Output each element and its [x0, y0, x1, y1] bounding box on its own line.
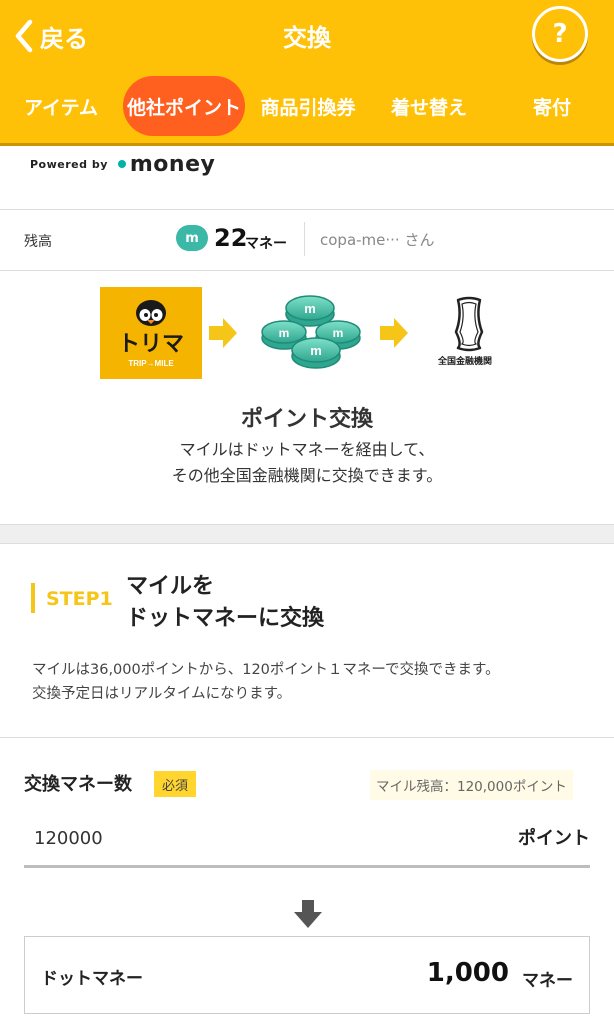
input-unit: ポイント — [518, 828, 590, 849]
tab-other-points[interactable]: 他社ポイント — [123, 76, 245, 136]
svg-text:m: m — [310, 343, 322, 358]
tab-donation[interactable]: 寄付 — [500, 76, 604, 136]
divider — [304, 222, 305, 256]
exchange-desc-line1: マイルはドットマネーを経由して、 — [179, 440, 435, 459]
section-gap — [0, 524, 614, 544]
arrow-right-icon — [380, 318, 408, 348]
result-box: ドットマネー 1,000 マネー — [24, 936, 590, 1014]
user-name: copa-me··· さん — [320, 231, 435, 249]
result-value: 1,000 — [426, 958, 509, 988]
divider — [0, 737, 614, 738]
step-description: マイルは36,000ポイントから、120ポイント１マネーで交換できます。 交換予… — [32, 662, 500, 702]
balance-label: 残高 — [24, 234, 52, 250]
result-label: ドットマネー — [41, 969, 143, 989]
divider — [0, 209, 614, 210]
svg-text:m: m — [279, 326, 290, 340]
destination-label: 全国金融機関 — [438, 357, 493, 367]
exchange-amount-label: 交換マネー数 — [24, 774, 132, 795]
step-marker — [31, 583, 35, 613]
tab-bar: アイテム 他社ポイント 商品引換券 着せ替え 寄付 — [0, 76, 614, 136]
money-brand-logo: money — [129, 151, 216, 177]
svg-text:トリマ: トリマ — [118, 331, 184, 356]
svg-text:m: m — [333, 326, 344, 340]
mile-balance: マイル残高：120,000ポイント — [370, 770, 573, 800]
coins-icon: m m m m — [261, 295, 361, 369]
svg-text:m: m — [304, 301, 316, 316]
step-title: マイルを ドットマネーに交換 — [126, 574, 325, 631]
exchange-title: ポイント交換 — [240, 407, 373, 432]
step-label: STEP1 — [46, 588, 113, 610]
exchange-amount-input[interactable] — [24, 812, 590, 868]
exchange-desc-line2: その他全国金融機関に交換できます。 — [171, 466, 443, 485]
money-dot-icon — [117, 160, 126, 168]
page-title: 交換 — [283, 24, 331, 52]
balance-amount: 22 — [214, 224, 248, 252]
arrow-down-icon — [294, 900, 322, 928]
svg-text:TRIP→MILE: TRIP→MILE — [128, 359, 174, 368]
tab-gift-voucher[interactable]: 商品引換券 — [252, 76, 364, 136]
powered-by: Powered by money — [30, 151, 216, 177]
divider — [0, 270, 614, 271]
help-button[interactable]: ? — [532, 6, 588, 62]
app-header: 戻る 交換 ? アイテム 他社ポイント 商品引換券 着せ替え 寄付 — [0, 0, 614, 146]
result-unit: マネー — [522, 971, 573, 991]
dot-money-logo-icon: m — [176, 225, 208, 251]
required-badge: 必須 — [154, 771, 196, 797]
balance-unit: マネー — [245, 236, 287, 252]
arrow-right-icon — [209, 318, 237, 348]
tab-item[interactable]: アイテム — [10, 76, 112, 136]
powered-by-label: Powered by — [30, 157, 108, 171]
tab-dress-up[interactable]: 着せ替え — [378, 76, 480, 136]
torima-logo: トリマ TRIP→MILE — [100, 287, 202, 379]
